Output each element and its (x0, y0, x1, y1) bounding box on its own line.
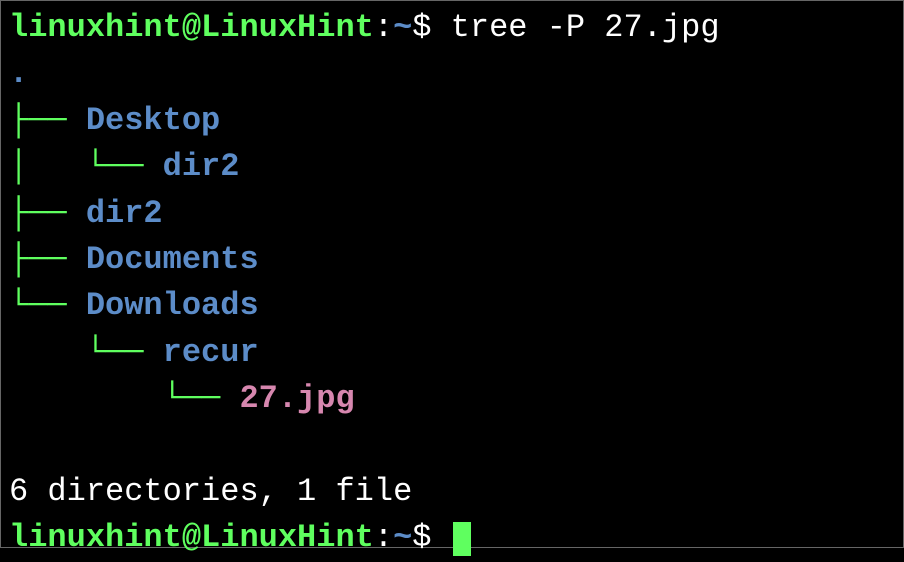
prompt-user: linuxhint (9, 519, 182, 556)
command[interactable]: tree -P 27.jpg (451, 9, 720, 46)
tree-branch-icon: └── (163, 380, 240, 417)
dir-recur: recur (163, 334, 259, 371)
space (431, 519, 450, 556)
prompt-colon: : (374, 519, 393, 556)
tree-row-desktop: ├── Desktop (9, 98, 895, 144)
tree-branch-icon: └── (86, 334, 163, 371)
tree-row-dir2b: ├── dir2 (9, 191, 895, 237)
cursor-icon (453, 522, 471, 556)
prompt-path: ~ (393, 9, 412, 46)
dir-downloads: Downloads (86, 287, 259, 324)
prompt-colon: : (374, 9, 393, 46)
blank-line (9, 423, 895, 469)
tree-row-recur: └── recur (9, 330, 895, 376)
tree-row-downloads: └── Downloads (9, 283, 895, 329)
prompt-user: linuxhint (9, 9, 182, 46)
tree-row-file: └── 27.jpg (9, 376, 895, 422)
tree-branch-icon (86, 380, 163, 417)
tree-row-documents: ├── Documents (9, 237, 895, 283)
tree-branch-icon: ├── (9, 102, 86, 139)
root-dot: . (9, 55, 28, 92)
prompt-dollar: $ (412, 9, 431, 46)
prompt-at: @ (182, 519, 201, 556)
prompt-at: @ (182, 9, 201, 46)
file-27jpg: 27.jpg (239, 380, 354, 417)
summary-text: 6 directories, 1 file (9, 473, 412, 510)
tree-branch-icon: └── (9, 287, 86, 324)
dir-dir2a: dir2 (163, 148, 240, 185)
tree-branch-icon: ├── (9, 241, 86, 278)
tree-branch-icon (9, 380, 86, 417)
tree-branch-icon (9, 334, 86, 371)
prompt-host: LinuxHint (201, 519, 374, 556)
prompt-line-1: linuxhint@LinuxHint:~$ tree -P 27.jpg (9, 5, 895, 51)
tree-branch-icon: │ (9, 148, 86, 185)
tree-branch-icon: └── (86, 148, 163, 185)
dir-desktop: Desktop (86, 102, 220, 139)
prompt-host: LinuxHint (201, 9, 374, 46)
prompt-line-2[interactable]: linuxhint@LinuxHint:~$ (9, 515, 895, 561)
prompt-path: ~ (393, 519, 412, 556)
tree-root: . (9, 51, 895, 97)
tree-branch-icon: ├── (9, 195, 86, 232)
summary-line: 6 directories, 1 file (9, 469, 895, 515)
dir-dir2b: dir2 (86, 195, 163, 232)
command-text (431, 9, 450, 46)
dir-documents: Documents (86, 241, 259, 278)
prompt-dollar: $ (412, 519, 431, 556)
tree-row-dir2a: │ └── dir2 (9, 144, 895, 190)
